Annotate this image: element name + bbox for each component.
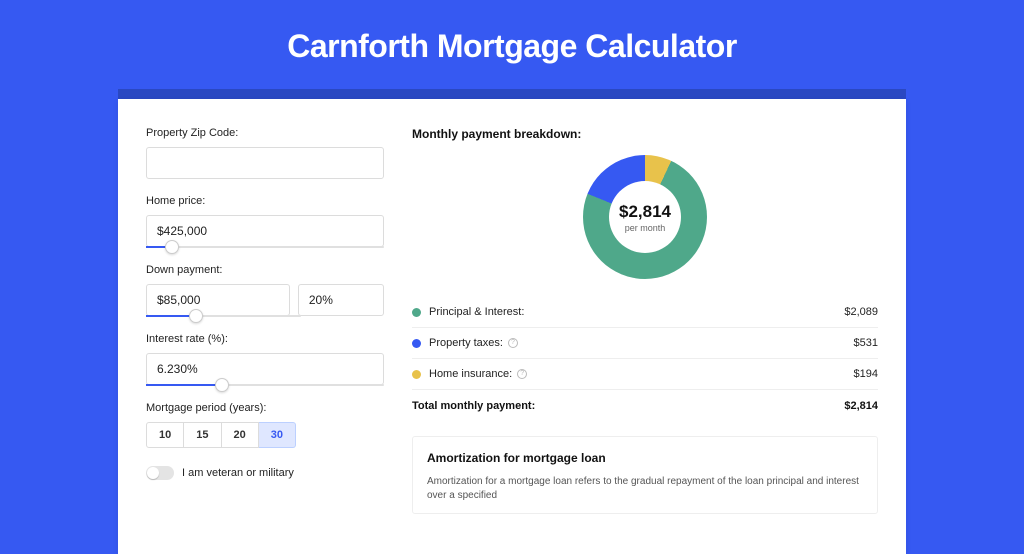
results-column: Monthly payment breakdown: $2,814 per mo… bbox=[412, 127, 878, 514]
veteran-toggle-label: I am veteran or military bbox=[182, 467, 294, 479]
interest-rate-slider[interactable] bbox=[146, 384, 384, 386]
total-value: $2,814 bbox=[844, 400, 878, 412]
amortization-title: Amortization for mortgage loan bbox=[427, 451, 863, 465]
legend-text: Property taxes: bbox=[429, 337, 503, 349]
calculator-card: Property Zip Code: Home price: Down paym… bbox=[118, 99, 906, 554]
slider-thumb[interactable] bbox=[165, 240, 179, 254]
period-option-30[interactable]: 30 bbox=[259, 422, 296, 448]
legend-value: $531 bbox=[854, 337, 878, 349]
interest-rate-input[interactable] bbox=[146, 353, 384, 385]
home-price-input[interactable] bbox=[146, 215, 384, 247]
down-payment-field: Down payment: bbox=[146, 264, 384, 317]
period-option-10[interactable]: 10 bbox=[146, 422, 184, 448]
veteran-toggle-row: I am veteran or military bbox=[146, 466, 384, 480]
toggle-knob bbox=[147, 467, 159, 479]
slider-thumb[interactable] bbox=[189, 309, 203, 323]
veteran-toggle[interactable] bbox=[146, 466, 174, 480]
total-row: Total monthly payment: $2,814 bbox=[412, 390, 878, 418]
legend-value: $194 bbox=[854, 368, 878, 380]
donut-chart: $2,814 per month bbox=[583, 155, 707, 279]
interest-rate-field: Interest rate (%): bbox=[146, 333, 384, 386]
donut-amount: $2,814 bbox=[619, 202, 671, 222]
down-payment-slider[interactable] bbox=[146, 315, 301, 317]
legend-value: $2,089 bbox=[844, 306, 878, 318]
legend-text: Principal & Interest: bbox=[429, 306, 524, 318]
zip-field: Property Zip Code: bbox=[146, 127, 384, 179]
home-price-slider[interactable] bbox=[146, 246, 384, 248]
info-icon[interactable]: ? bbox=[508, 338, 518, 348]
info-icon[interactable]: ? bbox=[517, 369, 527, 379]
legend-row-principal: Principal & Interest: $2,089 bbox=[412, 297, 878, 328]
down-payment-label: Down payment: bbox=[146, 264, 384, 276]
page-title: Carnforth Mortgage Calculator bbox=[0, 0, 1024, 89]
legend-dot bbox=[412, 339, 421, 348]
down-payment-amount-input[interactable] bbox=[146, 284, 290, 316]
legend-text: Home insurance: bbox=[429, 368, 512, 380]
down-payment-percent-input[interactable] bbox=[298, 284, 384, 316]
legend-dot bbox=[412, 308, 421, 317]
legend-row-insurance: Home insurance: ? $194 bbox=[412, 359, 878, 390]
breakdown-title: Monthly payment breakdown: bbox=[412, 127, 878, 141]
form-column: Property Zip Code: Home price: Down paym… bbox=[146, 127, 384, 514]
interest-rate-label: Interest rate (%): bbox=[146, 333, 384, 345]
mortgage-period-field: Mortgage period (years): 10 15 20 30 bbox=[146, 402, 384, 448]
donut-center: $2,814 per month bbox=[609, 181, 681, 253]
total-label: Total monthly payment: bbox=[412, 400, 844, 412]
period-option-20[interactable]: 20 bbox=[222, 422, 259, 448]
period-option-15[interactable]: 15 bbox=[184, 422, 221, 448]
legend-label: Principal & Interest: bbox=[429, 306, 844, 318]
legend-row-taxes: Property taxes: ? $531 bbox=[412, 328, 878, 359]
donut-sublabel: per month bbox=[625, 223, 666, 233]
zip-label: Property Zip Code: bbox=[146, 127, 384, 139]
home-price-label: Home price: bbox=[146, 195, 384, 207]
amortization-card: Amortization for mortgage loan Amortizat… bbox=[412, 436, 878, 514]
home-price-field: Home price: bbox=[146, 195, 384, 248]
mortgage-period-label: Mortgage period (years): bbox=[146, 402, 384, 414]
mortgage-period-options: 10 15 20 30 bbox=[146, 422, 384, 448]
legend-label: Property taxes: ? bbox=[429, 337, 854, 349]
amortization-text: Amortization for a mortgage loan refers … bbox=[427, 475, 863, 503]
legend-label: Home insurance: ? bbox=[429, 368, 854, 380]
zip-input[interactable] bbox=[146, 147, 384, 179]
donut-chart-wrap: $2,814 per month bbox=[412, 155, 878, 279]
legend-dot bbox=[412, 370, 421, 379]
slider-thumb[interactable] bbox=[215, 378, 229, 392]
